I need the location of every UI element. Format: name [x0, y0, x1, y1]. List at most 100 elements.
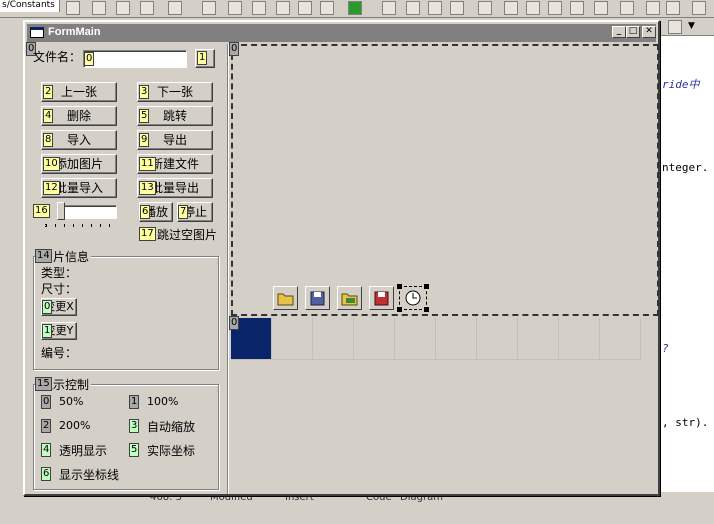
toolbar-icon[interactable] — [666, 1, 680, 15]
browse-button[interactable]: 1 — [195, 49, 215, 68]
timer-icon[interactable] — [397, 284, 429, 312]
prev-button-label: 上一张 — [60, 85, 97, 99]
toolbar-icon[interactable] — [202, 1, 216, 15]
splitter[interactable] — [227, 44, 229, 494]
grid-cell[interactable] — [518, 318, 559, 360]
title-bar[interactable]: FormMain _ □ ✕ — [27, 24, 656, 42]
export-button[interactable]: 9 导出 — [137, 130, 213, 150]
file-name-input[interactable]: 0 — [83, 50, 187, 68]
toolbar-icon[interactable] — [620, 1, 634, 15]
change-x-button[interactable]: 0 变更X — [41, 298, 77, 316]
show-axis-checkbox[interactable]: 6 显示坐标线 — [41, 466, 141, 482]
toolbar-icon[interactable] — [406, 1, 420, 15]
prev-button[interactable]: 2 上一张 — [41, 82, 117, 102]
change-y-button[interactable]: 1 变更Y — [41, 322, 77, 340]
toolbar-icon[interactable] — [168, 1, 182, 15]
toolbar-icon[interactable] — [548, 1, 562, 15]
auto-zoom-label: 自动缩放 — [147, 420, 196, 434]
new-file-button[interactable]: 11 新建文件 — [137, 154, 213, 174]
grid-cell[interactable] — [559, 318, 600, 360]
toolbar-icon[interactable] — [252, 1, 266, 15]
chevron-down-icon[interactable]: ▼ — [688, 21, 695, 31]
grid-cell[interactable] — [272, 318, 313, 360]
save-as-icon[interactable] — [369, 286, 394, 310]
code-line: ride中 — [662, 78, 700, 91]
next-button[interactable]: 3 下一张 — [137, 82, 213, 102]
toolbar-icon[interactable] — [570, 1, 584, 15]
toolbar-icon[interactable] — [526, 1, 540, 15]
control-tag: 8 — [43, 133, 54, 147]
toolbar-icon[interactable] — [298, 1, 312, 15]
toolbar-icon[interactable] — [450, 1, 464, 15]
toolbar-icon[interactable] — [594, 1, 608, 15]
toolbar-icon[interactable] — [692, 1, 706, 15]
toolbar-icon[interactable] — [140, 1, 154, 15]
delete-button[interactable]: 4 删除 — [41, 106, 117, 126]
toolbar-icon[interactable] — [504, 1, 518, 15]
slider-track[interactable] — [63, 205, 117, 219]
jump-button[interactable]: 5 跳转 — [137, 106, 213, 126]
grid-cell[interactable] — [313, 318, 354, 360]
toolbar-icon[interactable] — [228, 1, 242, 15]
toolbar-icon[interactable] — [320, 1, 334, 15]
grid-cell[interactable] — [354, 318, 395, 360]
play-button[interactable]: 6 播放 — [139, 202, 173, 222]
batch-export-button[interactable]: 13 批量导出 — [137, 178, 213, 198]
toolbar-icon[interactable] — [428, 1, 442, 15]
file-name-label: 文件名： — [33, 50, 82, 64]
import-button[interactable]: 8 导入 — [41, 130, 117, 150]
grid-cell[interactable] — [436, 318, 477, 360]
control-tag: 5 — [129, 443, 140, 457]
control-tag: 1 — [197, 51, 208, 65]
radio-100-label: 100% — [147, 395, 179, 408]
toolbar-icon[interactable] — [382, 1, 396, 15]
control-tag: 16 — [33, 204, 50, 218]
add-image-button[interactable]: 10 添加图片 — [41, 154, 117, 174]
real-coords-checkbox[interactable]: 5 实际坐标 — [129, 442, 213, 458]
ide-tab[interactable]: s/Constants — [0, 0, 60, 12]
radio-50[interactable]: 0 50% — [41, 394, 121, 410]
image-panel[interactable]: 0 — [229, 42, 659, 316]
control-tag: 0 — [84, 52, 95, 66]
jump-button-label: 跳转 — [162, 109, 187, 123]
toolbar-icon[interactable] — [478, 1, 492, 15]
save-icon[interactable] — [305, 286, 330, 310]
control-tag: 17 — [139, 227, 156, 241]
form-main-window: FormMain _ □ ✕ 0 文件名： 0 1 2 上一张 3 下一张 4 … — [23, 20, 660, 496]
control-tag: 13 — [139, 181, 156, 195]
grid-cell[interactable] — [600, 318, 641, 360]
control-tag: 1 — [42, 324, 53, 338]
close-button[interactable]: ✕ — [642, 26, 656, 38]
radio-100[interactable]: 1 100% — [129, 394, 209, 410]
control-tag: 9 — [139, 133, 150, 147]
run-icon[interactable] — [348, 1, 362, 15]
maximize-button[interactable]: □ — [626, 26, 640, 38]
window-title: FormMain — [48, 26, 101, 38]
toolbar-icon[interactable] — [668, 20, 682, 34]
thumbnail-grid[interactable]: 0 — [229, 316, 661, 360]
grid-cell[interactable] — [395, 318, 436, 360]
open-folder-icon[interactable] — [273, 286, 298, 310]
show-axis-label: 显示坐标线 — [59, 468, 120, 482]
toolbar-icon[interactable] — [646, 1, 660, 15]
slider-thumb[interactable] — [57, 202, 65, 220]
control-tag: 0 — [42, 300, 53, 314]
grid-cell-selected[interactable]: 0 — [229, 316, 272, 360]
speed-slider[interactable]: 16 — [33, 202, 121, 230]
skip-empty-checkbox[interactable]: 17 跳过空图片 — [139, 226, 219, 242]
code-editor[interactable]: ride中 nteger. ? , str). — [655, 36, 714, 506]
auto-zoom-checkbox[interactable]: 3 自动缩放 — [129, 418, 213, 434]
stop-button[interactable]: 7 停止 — [177, 202, 213, 222]
toolbar-icon[interactable] — [66, 1, 80, 15]
minimize-button[interactable]: _ — [612, 26, 626, 38]
toolbar-icon[interactable] — [92, 1, 106, 15]
batch-import-button[interactable]: 12 批量导入 — [41, 178, 117, 198]
radio-200[interactable]: 2 200% — [41, 418, 121, 434]
grid-cell[interactable] — [477, 318, 518, 360]
open-image-icon[interactable] — [337, 286, 362, 310]
toolbar-icon[interactable] — [276, 1, 290, 15]
toolbar-icon[interactable] — [116, 1, 130, 15]
control-tag: 0 — [229, 316, 240, 330]
image-type-label: 类型： — [41, 266, 78, 280]
transparent-checkbox[interactable]: 4 透明显示 — [41, 442, 121, 458]
